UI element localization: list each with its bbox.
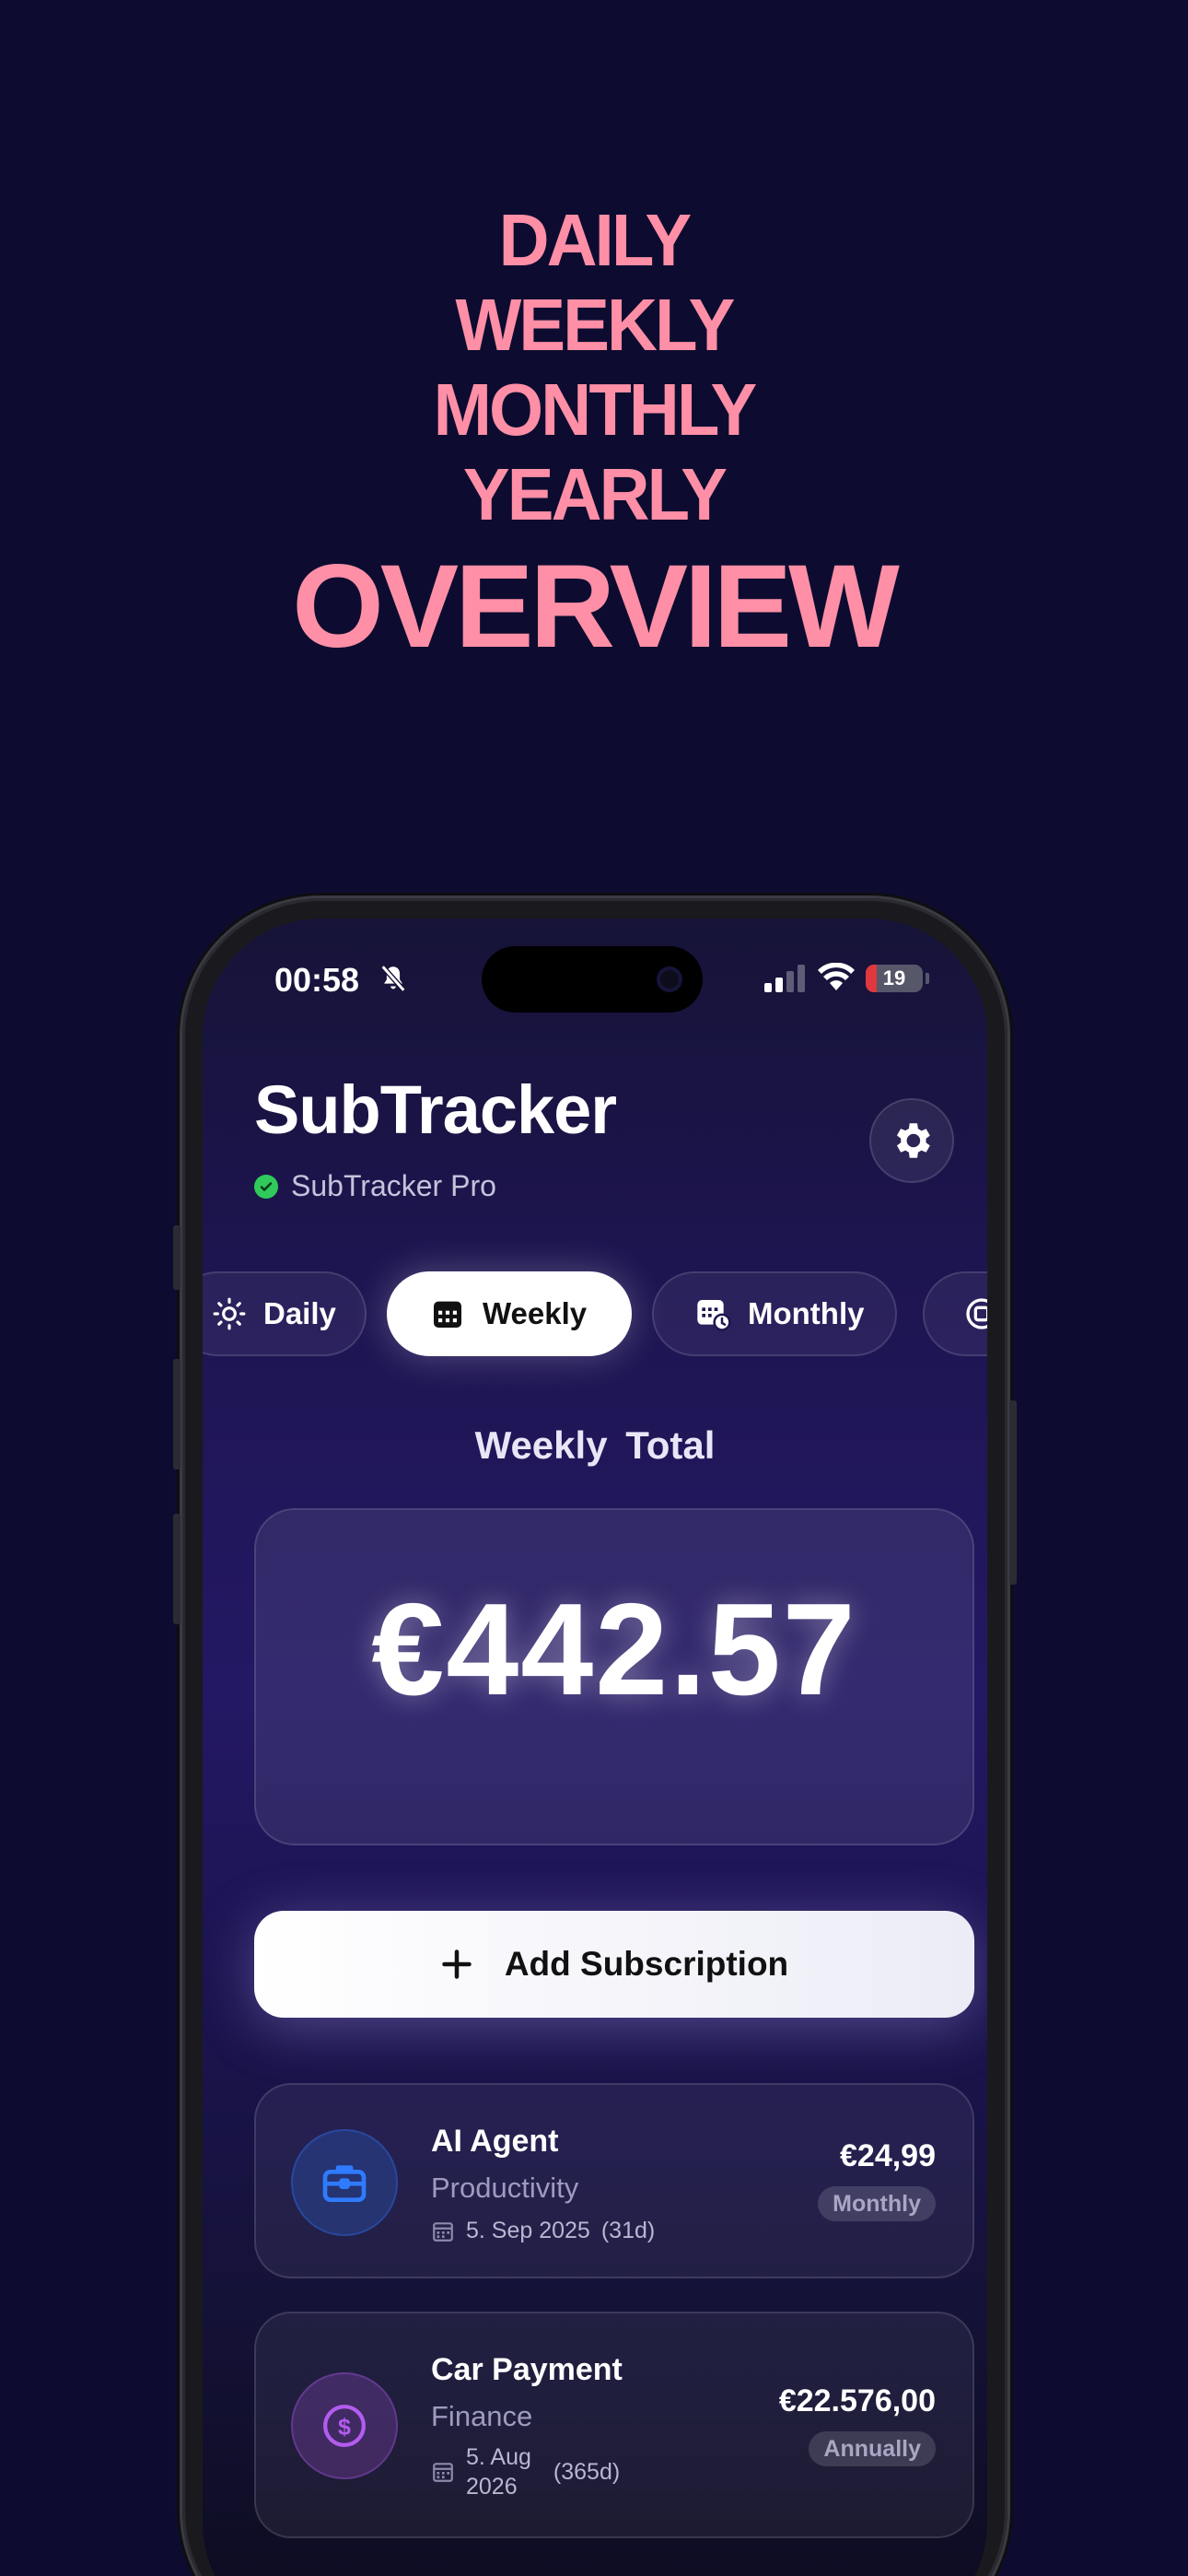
volume-up-button (173, 1359, 181, 1469)
calendar-small-icon (433, 2221, 453, 2242)
total-label: Weekly Total (474, 1423, 716, 1467)
subscription-category: Finance (431, 2400, 533, 2432)
tab-daily-label: Daily (263, 1296, 336, 1330)
bell-off-icon (380, 965, 406, 992)
action-button (173, 1225, 181, 1290)
headline-monthly: MONTHLY (433, 369, 758, 451)
add-subscription-button[interactable]: Add Subscription (254, 1911, 974, 2018)
phone-frame: 00:58 19 SubTracker SubTracker Pro Daily… (173, 898, 1017, 2576)
tab-weekly[interactable]: Weekly (387, 1271, 632, 1356)
dynamic-island (482, 946, 703, 1013)
settings-button[interactable] (869, 1098, 954, 1183)
subscription-price: €22.576,00 (778, 2383, 936, 2418)
add-subscription-label: Add Subscription (504, 1945, 789, 1983)
volume-down-button (173, 1514, 181, 1624)
total-card: €442.57 (254, 1508, 974, 1845)
tab-daily[interactable]: Daily (203, 1271, 367, 1356)
app-screen: 00:58 19 SubTracker SubTracker Pro Daily… (203, 919, 987, 2576)
pro-label: SubTracker Pro (291, 1169, 496, 1202)
total-amount: €442.57 (371, 1576, 857, 1723)
dollar-coin-icon: $ (323, 2405, 366, 2447)
subscription-date-year: 2026 (466, 2474, 518, 2500)
app-title: SubTracker (254, 1071, 617, 1148)
subscription-date: 5. Sep 2025 (466, 2218, 590, 2243)
subscription-days: (31d) (600, 2218, 656, 2243)
subscription-date-day: 5. Aug (466, 2444, 531, 2470)
tab-weekly-label: Weekly (483, 1296, 588, 1330)
subscription-date-row: 5. Sep 2025 (31d) (431, 2218, 655, 2244)
battery-tip (926, 973, 929, 984)
subscription-name: Car Payment (431, 2352, 623, 2387)
promo-headline: DAILY WEEKLY MONTHLY YEARLY OVERVIEW (0, 198, 1188, 672)
status-time: 00:58 (274, 961, 360, 999)
billing-cycle-badge: Monthly (818, 2186, 936, 2221)
subscription-days: (365d) (553, 2458, 621, 2485)
subscription-card-ai-agent[interactable]: AI Agent Productivity 5. Sep 2025 (31d) … (254, 2083, 974, 2278)
svg-text:$: $ (338, 2414, 351, 2440)
tab-monthly[interactable]: Monthly (652, 1271, 897, 1356)
pro-status: SubTracker Pro (254, 1169, 496, 1203)
subscription-name: AI Agent (431, 2124, 559, 2159)
subscription-icon-circle (291, 2129, 398, 2236)
signal-icon (764, 965, 805, 992)
subscription-date: 5. Aug 2026 (466, 2442, 531, 2501)
checkmark-icon (254, 1174, 278, 1199)
calendar-year-icon (966, 1298, 987, 1329)
sun-icon (213, 1297, 246, 1330)
tab-yearly[interactable] (923, 1271, 987, 1356)
headline-daily: DAILY (498, 199, 693, 281)
calendar-small-icon (433, 2463, 453, 2482)
subscription-icon-circle: $ (291, 2372, 398, 2479)
subscription-date-row: 5. Aug 2026 (365d) (431, 2442, 620, 2501)
briefcase-icon (322, 2165, 367, 2202)
billing-cycle-badge: Annually (809, 2431, 936, 2466)
headline-weekly: WEEKLY (455, 284, 735, 366)
battery-percent: 19 (882, 966, 906, 989)
subscription-price: €24,99 (840, 2138, 936, 2173)
subscription-card-car-payment[interactable]: $ Car Payment Finance 5. Aug 2026 (365d)… (254, 2312, 974, 2538)
calendar-clock-icon (697, 1300, 731, 1331)
subscription-category: Productivity (431, 2172, 579, 2204)
calendar-icon (434, 1301, 461, 1328)
battery-indicator: 19 (866, 965, 923, 992)
headline-overview: OVERVIEW (292, 541, 900, 673)
camera-icon (657, 966, 682, 992)
power-button (1009, 1400, 1017, 1585)
tab-monthly-label: Monthly (748, 1296, 865, 1330)
plus-icon (442, 1950, 472, 1979)
gear-icon (896, 1123, 930, 1158)
wifi-icon (818, 963, 855, 990)
headline-yearly: YEARLY (462, 453, 728, 535)
